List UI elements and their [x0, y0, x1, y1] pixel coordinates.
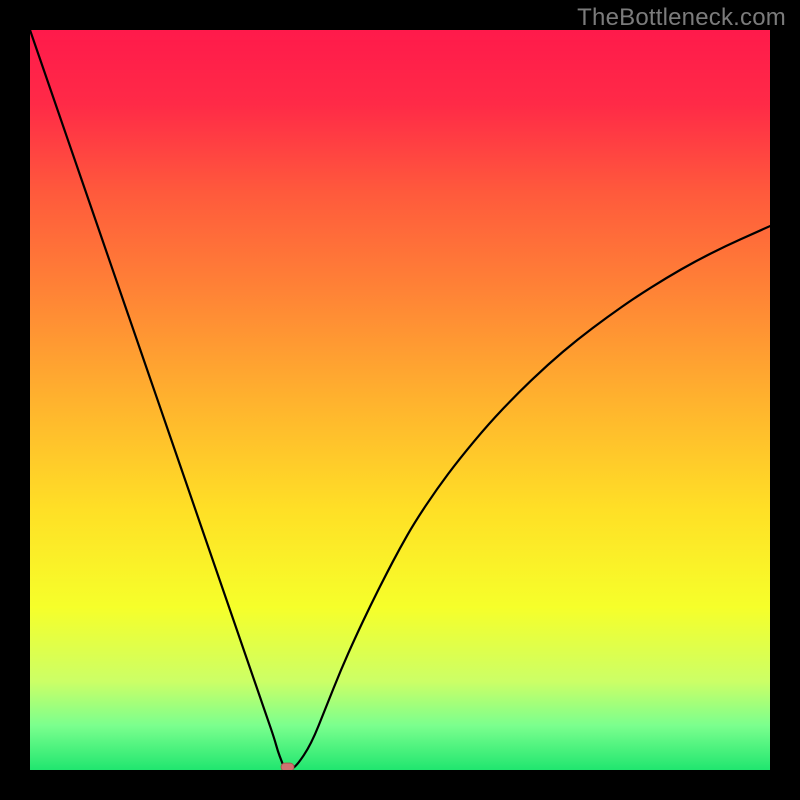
- plot-area: [30, 30, 770, 770]
- watermark-text: TheBottleneck.com: [577, 4, 786, 32]
- optimum-marker: [281, 763, 294, 770]
- chart-svg: [30, 30, 770, 770]
- chart-container: TheBottleneck.com: [0, 0, 800, 800]
- gradient-background: [30, 30, 770, 770]
